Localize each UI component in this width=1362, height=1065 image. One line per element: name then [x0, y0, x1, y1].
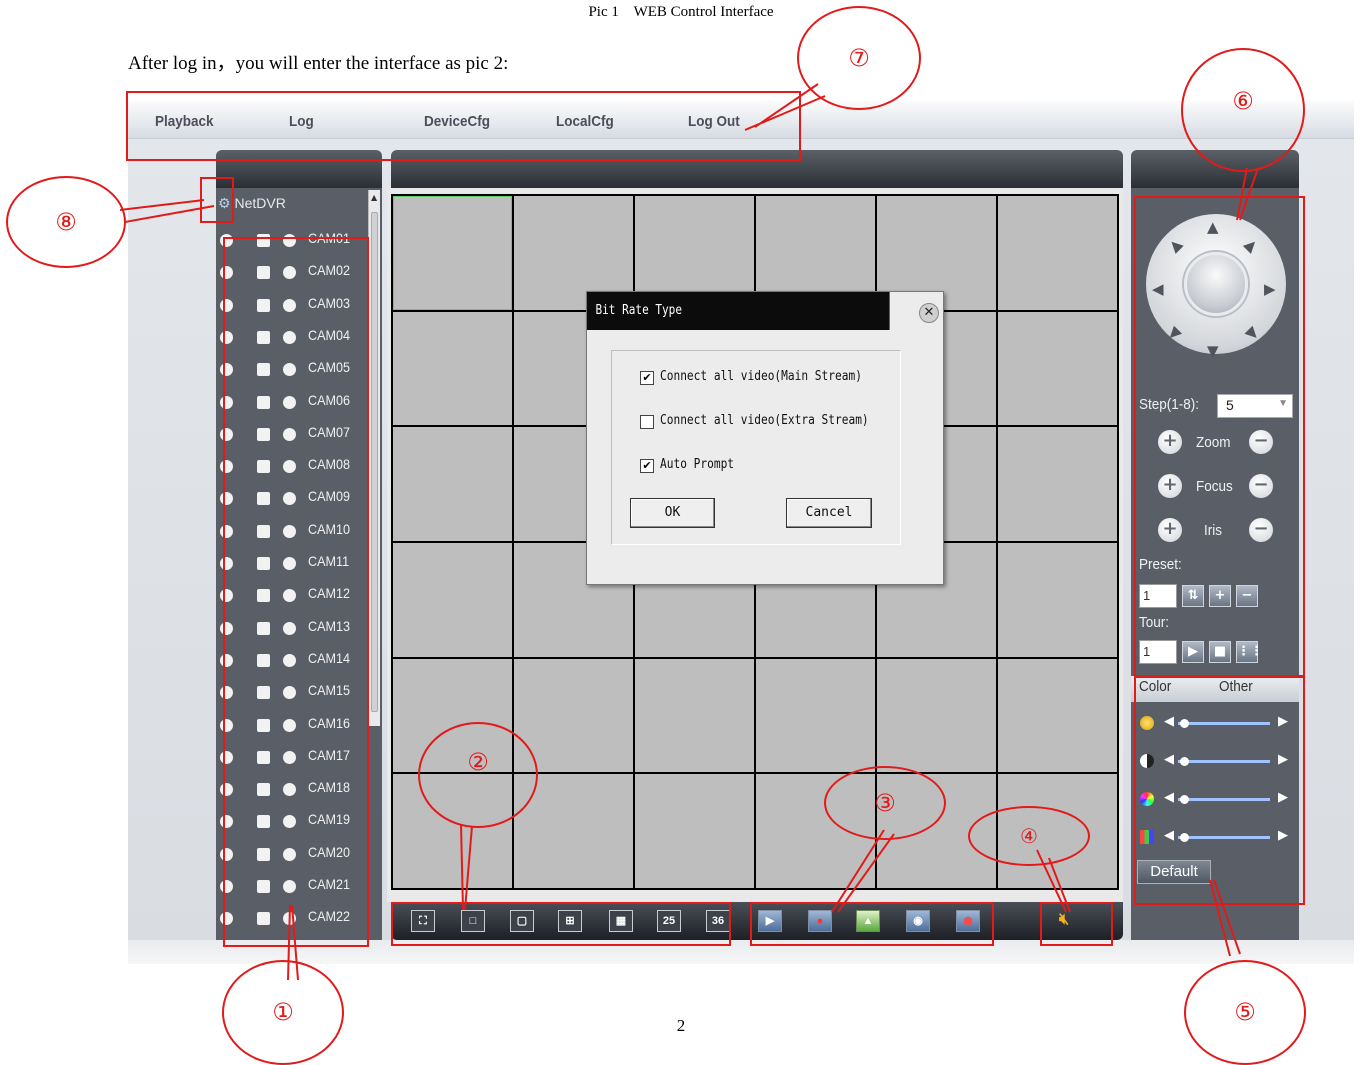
callout-2: ② [418, 722, 538, 828]
callout-4: ④ [968, 806, 1090, 866]
annotation-leader-lines [119, 83, 1259, 981]
callout-6: ⑥ [1181, 48, 1305, 172]
page-number: 2 [676, 1016, 686, 1035]
callout-5: ⑤ [1184, 960, 1306, 1065]
callout-7: ⑦ [797, 6, 921, 110]
callout-1: ① [222, 960, 344, 1065]
callout-3: ③ [824, 766, 946, 840]
callout-8: ⑧ [6, 176, 126, 268]
